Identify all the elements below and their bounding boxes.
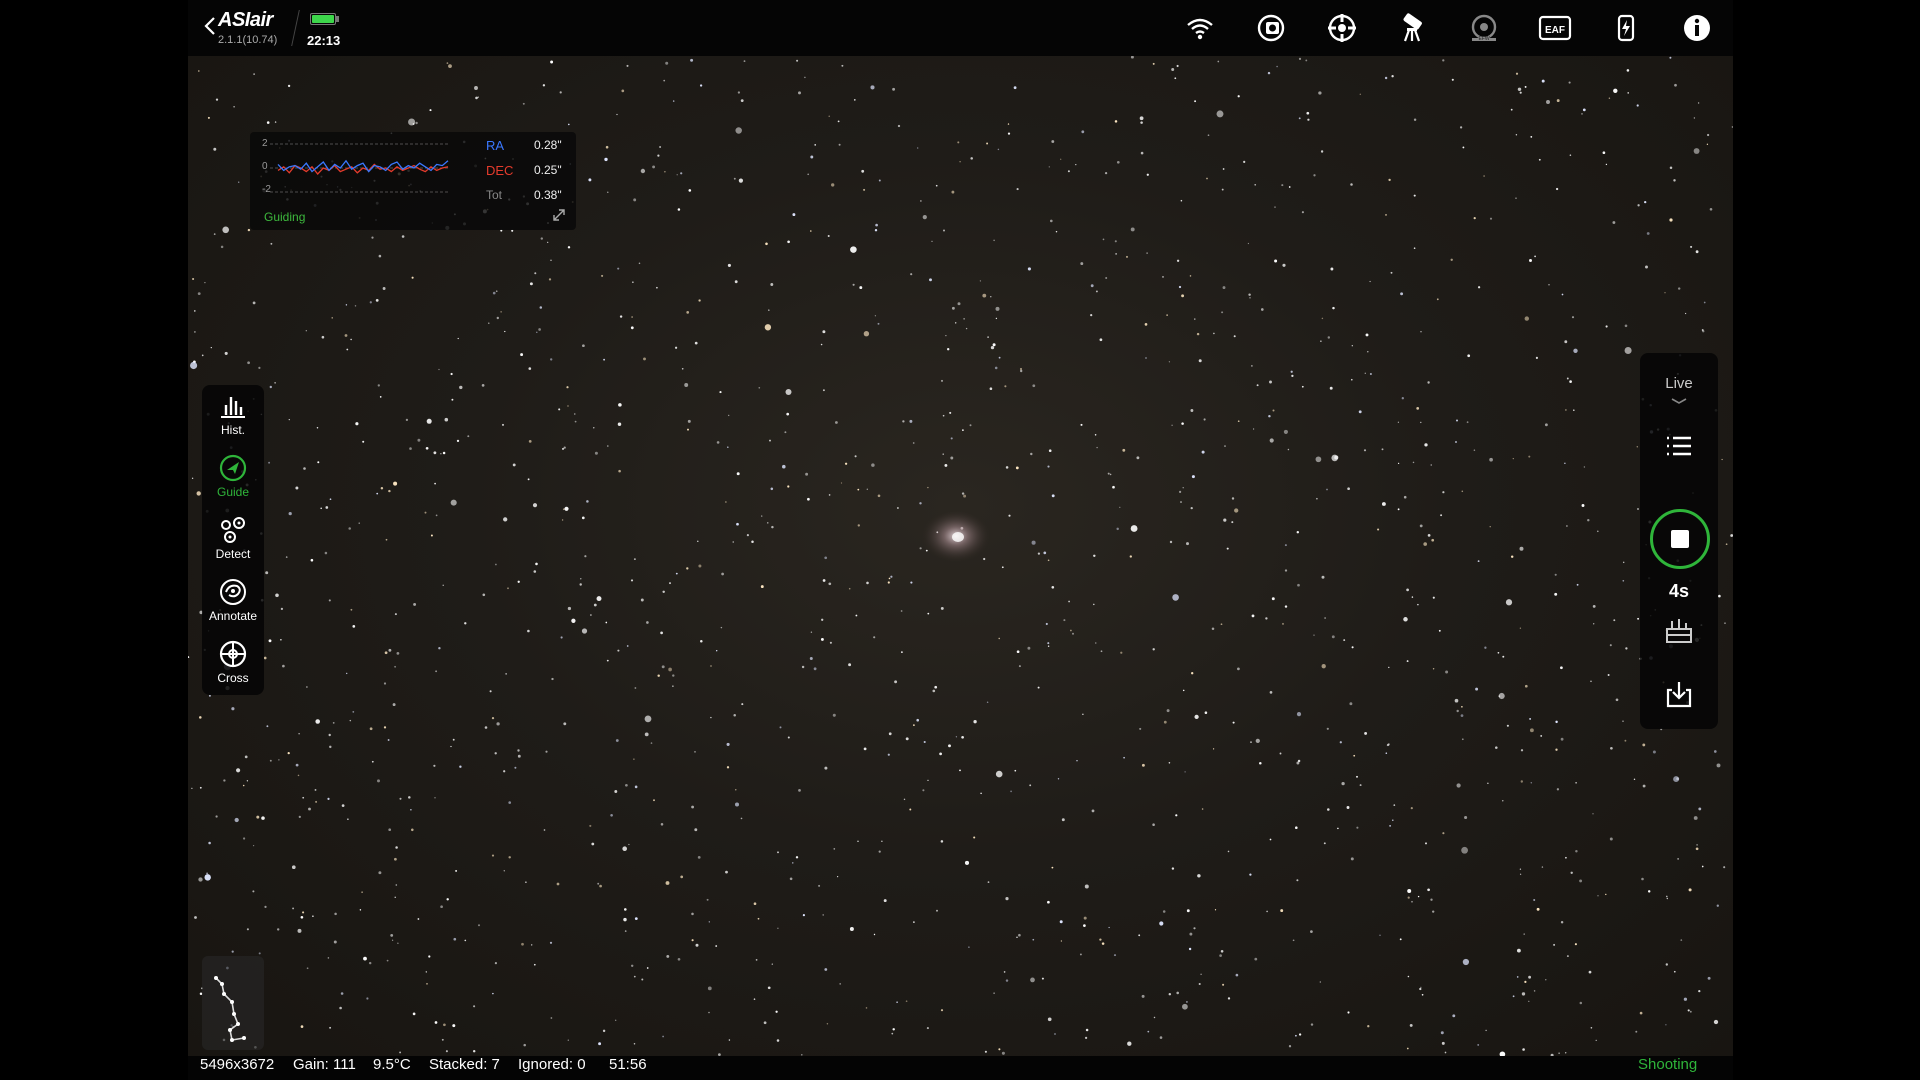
save-download-icon[interactable] (1664, 679, 1694, 709)
total-value: 0.38" (534, 188, 562, 202)
guiding-status: Guiding (264, 210, 306, 224)
sensor-temperature: 9.5°C (373, 1056, 411, 1073)
status-bar: 5496x3672 Gain: 111 9.5°C Stacked: 7 Ign… (188, 1056, 1733, 1080)
app-version: 2.1.1(10.74) (218, 34, 278, 46)
topbar-divider (291, 10, 300, 46)
guiding-error-chart (270, 143, 450, 193)
stop-capture-button[interactable] (1650, 509, 1710, 569)
total-label: Tot (486, 188, 503, 202)
y-tick-label: 2 (262, 138, 268, 149)
mode-selector[interactable]: Live (1640, 375, 1718, 392)
guide-button[interactable]: Guide (202, 449, 264, 509)
expand-icon[interactable] (552, 208, 566, 222)
list-menu-icon[interactable] (1664, 433, 1694, 459)
app-logo: ASIair (218, 9, 273, 31)
camera-icon[interactable] (1253, 12, 1289, 44)
app-window: ASIair 2.1.1(10.74) 22:13 EFW EAF 2 0 -2… (188, 0, 1733, 1080)
eaf-focuser-icon[interactable]: EAF (1537, 12, 1573, 44)
back-chevron-icon[interactable] (202, 14, 218, 38)
capture-panel: Live 4s (1640, 353, 1718, 729)
dec-value: 0.25" (534, 163, 562, 177)
capture-status: Shooting (1638, 1056, 1698, 1073)
y-tick-label: 0 (262, 161, 268, 172)
clock: 22:13 (307, 33, 341, 48)
dec-label: DEC (486, 163, 514, 178)
constellation-icon (214, 976, 246, 1042)
power-icon[interactable] (1608, 12, 1644, 44)
detect-stars-icon (221, 517, 245, 543)
histogram-icon (221, 397, 245, 418)
guide-compass-icon (219, 454, 247, 482)
elapsed-time: 51:56 (609, 1056, 647, 1073)
top-bar: ASIair 2.1.1(10.74) 22:13 EFW EAF (188, 0, 1733, 56)
cross-button[interactable]: Cross (202, 635, 264, 695)
hist-label: Hist. (221, 423, 245, 437)
stacked-count: Stacked: 7 (429, 1056, 500, 1073)
filter-wheel-icon[interactable]: EFW (1466, 12, 1502, 44)
info-icon[interactable] (1679, 12, 1715, 44)
ra-value: 0.28" (534, 138, 562, 152)
efw-label: EFW (1478, 36, 1489, 42)
exposure-time: 4s (1668, 581, 1690, 601)
mount-position-minimap[interactable] (202, 956, 264, 1050)
cross-label: Cross (217, 671, 249, 685)
ra-label: RA (486, 138, 505, 153)
guide-label: Guide (216, 485, 250, 499)
guide-scope-icon[interactable] (1324, 12, 1360, 44)
image-resolution: 5496x3672 (200, 1056, 275, 1073)
guiding-graph-panel[interactable]: 2 0 -2 RA 0.28" DEC 0.25" Tot 0.38" Guid… (250, 132, 576, 230)
left-toolbar: Hist. Guide Detect Annotate Cross (202, 385, 264, 695)
annotate-button[interactable]: Annotate (202, 573, 264, 633)
wifi-icon[interactable] (1182, 12, 1218, 44)
eaf-label: EAF (1545, 25, 1565, 36)
annotate-galaxy-icon (220, 579, 246, 605)
battery-indicator (310, 13, 336, 25)
crosshair-icon (219, 640, 247, 668)
stop-icon (1671, 530, 1689, 548)
gain-value: Gain: 111 (293, 1056, 356, 1073)
stack-settings-icon[interactable] (1664, 615, 1694, 645)
battery-tip (336, 16, 339, 22)
galaxy-object (922, 510, 990, 562)
annotate-label: Annotate (208, 609, 258, 623)
chevron-down-icon[interactable] (1670, 397, 1688, 405)
hist-button[interactable]: Hist. (202, 387, 264, 447)
detect-button[interactable]: Detect (202, 511, 264, 571)
telescope-mount-icon[interactable] (1395, 12, 1431, 44)
detect-label: Detect (215, 547, 251, 561)
ignored-count: Ignored: 0 (518, 1056, 586, 1073)
